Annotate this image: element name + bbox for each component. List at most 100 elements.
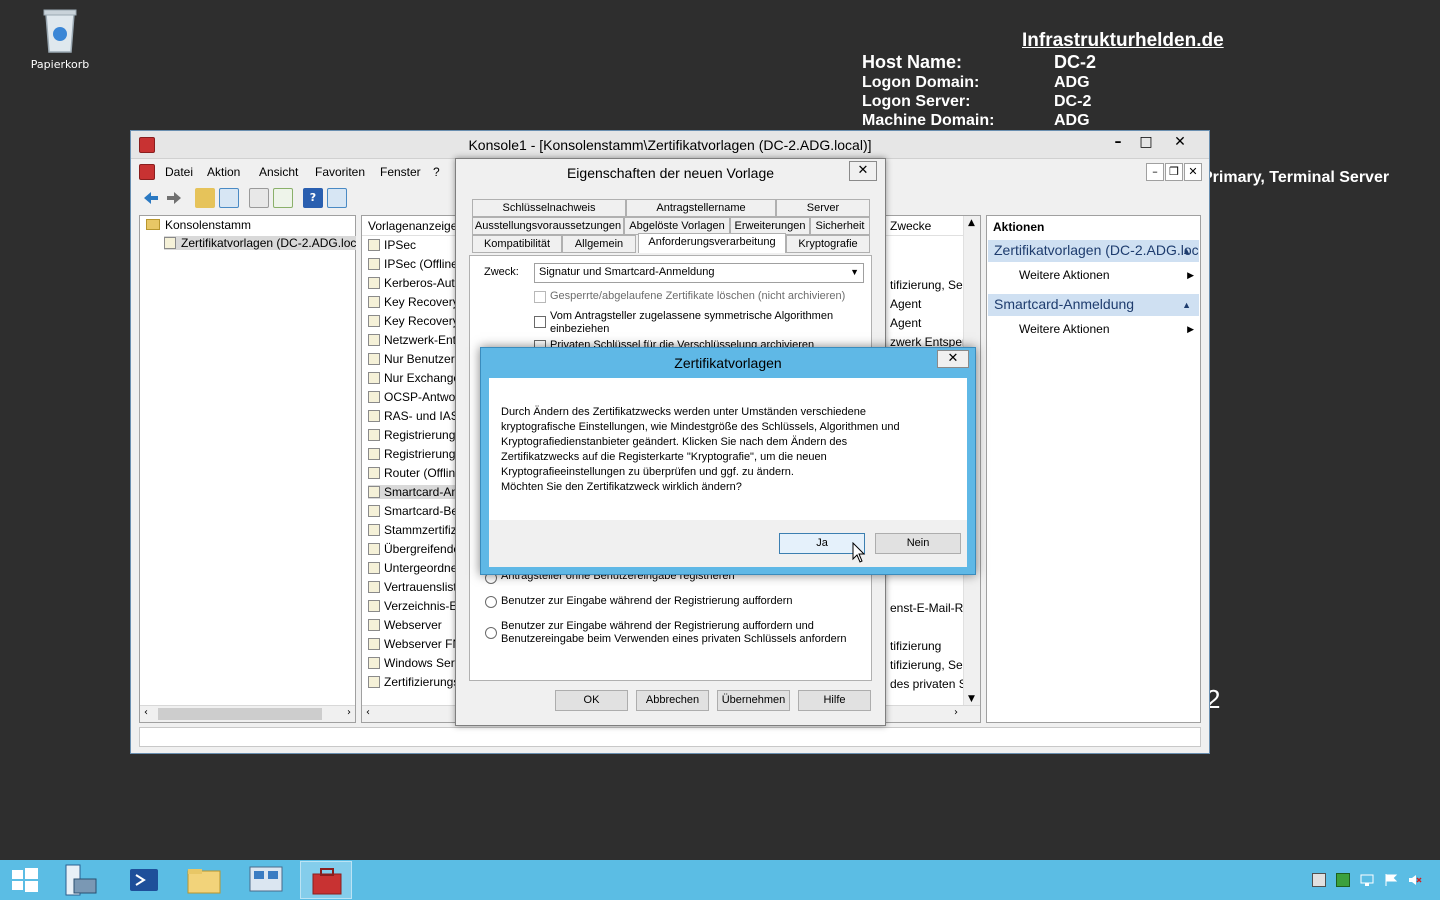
confirm-close-button[interactable]: ✕ [937,350,969,368]
recycle-bin-icon [43,8,77,54]
tree-item-zertifikatvorlagen[interactable]: Zertifikatvorlagen (DC-2.ADG.local) [164,236,356,250]
help-button[interactable]: Hilfe [798,690,871,711]
action-weitere-aktionen-2[interactable]: Weitere Aktionen ▶ [1019,322,1194,336]
menu-aktion[interactable]: Aktion [207,165,240,179]
list-item[interactable]: Stammzertifizierungsstelle [368,523,456,537]
child-app-icon[interactable] [139,164,155,180]
template-icon [368,505,380,517]
tray-flag-icon[interactable] [1384,873,1398,887]
list-item[interactable]: Kerberos-Authentifizierung [368,276,456,290]
recycle-bin[interactable]: Papierkorb [28,8,92,71]
properties-close-button[interactable]: ✕ [849,161,877,181]
actions-header: Aktionen [993,220,1045,234]
list-item[interactable]: Netzwerk-Entsperrung [368,333,456,347]
maximize-button[interactable]: □ [1131,131,1161,153]
tab-sicherheit[interactable]: Sicherheit [810,217,870,235]
actions-section-smartcard[interactable]: Smartcard-Anmeldung ▲ [988,294,1199,316]
tray-network-icon[interactable] [1360,873,1374,887]
minimize-button[interactable]: – [1103,131,1133,153]
menu-favoriten[interactable]: Favoriten [315,165,365,179]
symmetric-algorithms-label-1: Vom Antragsteller zugelassene symmetrisc… [550,310,834,322]
help-icon[interactable]: ? [303,188,323,208]
template-icon [368,562,380,574]
list-item[interactable]: Webserver FNIS [368,637,456,651]
tray-keyboard-icon[interactable] [1312,873,1326,887]
template-icon [368,296,380,308]
list-item[interactable]: Key Recovery Agent [368,295,456,309]
confirm-message: Durch Ändern des Zertifikatzwecks werden… [501,406,900,493]
list-item[interactable]: Smartcard-Anmeldung [368,485,456,499]
list-item[interactable]: RAS- und IAS-Server [368,409,456,423]
up-folder-icon[interactable] [195,188,215,208]
prompt-during-enrollment-radio[interactable] [485,596,497,608]
child-minimize-button[interactable]: – [1146,163,1164,181]
taskbar-mmc[interactable] [300,861,352,899]
ok-button[interactable]: OK [555,690,628,711]
tab-anforderungsverarbeitung[interactable]: Anforderungsverarbeitung [638,233,786,253]
taskbar-server-manager[interactable] [54,861,106,899]
menu-ansicht[interactable]: Ansicht [259,165,298,179]
tree-hscroll[interactable]: ‹ › [140,705,355,722]
list-item[interactable]: Smartcard-Benutzer [368,504,456,518]
action-weitere-aktionen-1[interactable]: Weitere Aktionen ▶ [1019,268,1194,282]
taskbar-network[interactable] [240,861,292,899]
list-item[interactable]: IPSec (Offlineanforderung) [368,257,456,271]
tab-schluesselnachweis[interactable]: Schlüsselnachweis [472,199,626,217]
start-button[interactable] [0,861,48,899]
export-list-icon[interactable] [273,188,293,208]
template-icon [368,524,380,536]
tab-antragstellername[interactable]: Antragstellername [626,199,776,217]
list-item[interactable]: Windows Server [368,656,456,670]
list-item[interactable]: Vertrauenslistensignatur [368,580,456,594]
list-item[interactable]: Key Recovery Agent [368,314,456,328]
show-hide-tree-icon[interactable] [219,188,239,208]
tab-kompatibilitaet[interactable]: Kompatibilität [472,235,562,253]
delete-revoked-checkbox[interactable] [534,291,546,303]
purpose-select[interactable]: Signatur und Smartcard-Anmeldung ▼ [534,263,864,283]
list-item[interactable]: OCSP-Antwortsignatur [368,390,456,404]
list-item[interactable]: Nur Benutzersignatur [368,352,456,366]
tree-hscroll-thumb[interactable] [158,708,322,720]
list-item[interactable]: Nur Exchange-Signatur [368,371,456,385]
mmc-titlebar[interactable]: Konsole1 - [Konsolenstamm\Zertifikatvorl… [131,131,1209,159]
menu-fenster[interactable]: Fenster [380,165,421,179]
taskbar-explorer[interactable] [178,861,230,899]
no-button[interactable]: Nein [875,533,961,554]
list-item[interactable]: Webserver [368,618,456,632]
tab-ausstellungsvoraussetzungen[interactable]: Ausstellungsvoraussetzungen [472,217,624,235]
list-item[interactable]: Registrierungs-Agent [368,428,456,442]
child-close-button[interactable]: ✕ [1184,163,1202,181]
list-item[interactable]: Zertifizierungsstelle [368,675,456,689]
prompt-and-private-key-label-1: Benutzer zur Eingabe während der Registr… [501,620,814,632]
column-header-purpose[interactable]: Zwecke [890,219,931,233]
menu-help[interactable]: ? [433,165,440,179]
close-button[interactable]: ✕ [1165,131,1195,153]
action-pane-icon[interactable] [327,188,347,208]
symmetric-algorithms-checkbox[interactable] [534,316,546,328]
back-arrow-icon[interactable] [141,188,161,208]
child-restore-button[interactable]: ❐ [1165,163,1183,181]
prompt-and-private-key-radio[interactable] [485,627,497,639]
list-item[interactable]: Untergeordnete Zertifizierungsstelle [368,561,456,575]
tree-root[interactable]: Konsolenstamm [146,218,251,232]
template-icon [368,334,380,346]
properties-icon[interactable] [249,188,269,208]
tray-security-icon[interactable] [1336,873,1350,887]
list-item[interactable]: Router (Offlineanforderung) [368,466,456,480]
apply-button[interactable]: Übernehmen [717,690,790,711]
tree-pane: Konsolenstamm Zertifikatvorlagen (DC-2.A… [139,215,356,723]
list-item[interactable]: Übergreifende Zertifizierungsstelle [368,542,456,556]
list-item[interactable]: Registrierungs-Agent (Computer) [368,447,456,461]
tab-kryptografie[interactable]: Kryptografie [786,235,870,253]
tab-server[interactable]: Server [776,199,870,217]
tab-allgemein[interactable]: Allgemein [562,235,636,253]
prompt-during-enrollment-label: Benutzer zur Eingabe während der Registr… [501,595,793,607]
list-item[interactable]: IPSec [368,238,456,252]
forward-arrow-icon[interactable] [164,188,184,208]
list-item[interactable]: Verzeichnis-E-Mail-Replikation [368,599,456,613]
tray-volume-muted-icon[interactable] [1408,873,1422,887]
actions-section-zertifikatvorlagen[interactable]: Zertifikatvorlagen (DC-2.ADG.local) ▲ [988,240,1199,262]
menu-datei[interactable]: Datei [165,165,193,179]
taskbar-powershell[interactable] [118,861,170,899]
cancel-button[interactable]: Abbrechen [636,690,709,711]
